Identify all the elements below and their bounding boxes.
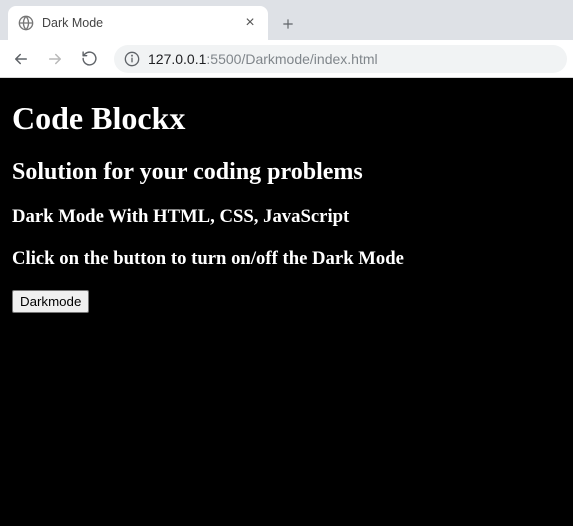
page-instruction: Click on the button to turn on/off the D… bbox=[12, 248, 561, 270]
browser-tab[interactable]: Dark Mode × bbox=[8, 6, 268, 40]
page-heading: Dark Mode With HTML, CSS, JavaScript bbox=[12, 206, 561, 228]
new-tab-button[interactable] bbox=[274, 10, 302, 38]
back-button[interactable] bbox=[6, 44, 36, 74]
address-bar[interactable]: 127.0.0.1:5500/Darkmode/index.html bbox=[114, 45, 567, 73]
url-port: :5500 bbox=[206, 51, 241, 67]
url-path: /Darkmode/index.html bbox=[241, 51, 377, 67]
page-title: Code Blockx bbox=[12, 100, 561, 137]
tab-title: Dark Mode bbox=[42, 16, 234, 30]
info-icon bbox=[124, 51, 140, 67]
reload-button[interactable] bbox=[74, 44, 104, 74]
browser-toolbar: 127.0.0.1:5500/Darkmode/index.html bbox=[0, 40, 573, 78]
darkmode-button[interactable]: Darkmode bbox=[12, 290, 89, 313]
forward-button[interactable] bbox=[40, 44, 70, 74]
globe-icon bbox=[18, 15, 34, 31]
tab-strip: Dark Mode × bbox=[0, 0, 573, 40]
url-host: 127.0.0.1 bbox=[148, 51, 206, 67]
close-icon[interactable]: × bbox=[242, 15, 258, 31]
page-subtitle: Solution for your coding problems bbox=[12, 159, 561, 186]
url-text: 127.0.0.1:5500/Darkmode/index.html bbox=[148, 51, 378, 67]
page-body: Code Blockx Solution for your coding pro… bbox=[0, 78, 573, 526]
